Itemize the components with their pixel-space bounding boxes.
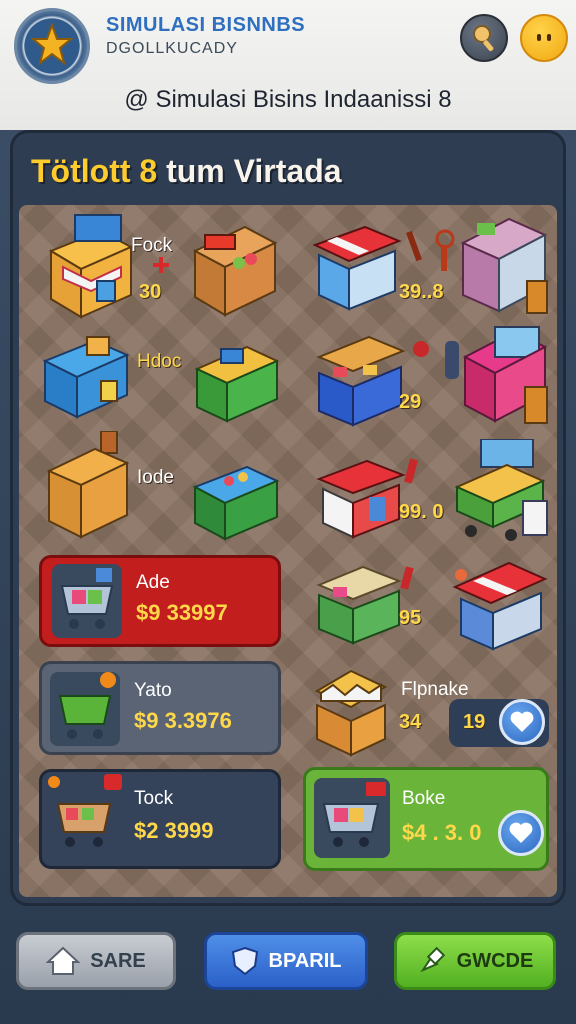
stripe-awning-store-icon[interactable] xyxy=(449,557,549,653)
panel-title-highlight: Tötlott 8 xyxy=(31,153,158,189)
page-subheading: @ Simulasi Bisins Indaanissi 8 xyxy=(0,86,576,114)
heart-icon xyxy=(510,711,534,732)
item-label: Fock xyxy=(131,235,173,256)
shop-button[interactable]: BPARIL xyxy=(204,932,368,990)
card-price: $4 . 3. 0 xyxy=(402,820,482,845)
shopping-cart-icon xyxy=(50,672,120,746)
crate-stall-icon[interactable] xyxy=(311,665,391,757)
item-price: 39..8 xyxy=(399,281,444,303)
code-button[interactable]: GWCDE xyxy=(394,932,556,990)
awning-counter-icon[interactable] xyxy=(313,329,409,429)
shopping-cart-icon xyxy=(48,774,122,847)
item-card[interactable]: Tock $2 3999 xyxy=(39,769,281,869)
item-price: 29 xyxy=(399,391,422,413)
panel-title: Tötlott 8 tum Virtada xyxy=(31,153,342,190)
card-name: Boke xyxy=(402,788,446,809)
app-title: SIMULASI BISNNBS xyxy=(106,14,306,36)
item-card-selected[interactable]: Ade $9 33997 xyxy=(39,555,281,647)
card-price: $9 3.3976 xyxy=(134,708,232,733)
logo xyxy=(14,8,90,84)
home-button[interactable]: SARE xyxy=(16,932,176,990)
star-badge-icon xyxy=(31,23,73,66)
pin-icon xyxy=(419,946,445,973)
vending-kiosk-icon[interactable] xyxy=(41,325,135,421)
shopping-cart-icon xyxy=(52,564,122,638)
app-subtitle: DGOLLKUCADY xyxy=(106,40,238,57)
market-cart-icon[interactable] xyxy=(451,439,551,543)
home-icon xyxy=(46,946,81,975)
card-price: $2 3999 xyxy=(134,818,214,843)
card-name: Flpnake xyxy=(401,679,469,700)
item-label: Hdoc xyxy=(137,351,182,372)
heart-icon xyxy=(509,822,533,843)
favorite-count: 19 xyxy=(463,711,486,733)
card-name: Ade xyxy=(136,572,170,593)
code-button-label: GWCDE xyxy=(456,949,534,972)
header: SIMULASI BISNNBS DGOLLKUCADY @ Simulasi … xyxy=(0,0,576,130)
favorite-button[interactable] xyxy=(499,699,545,745)
display-case-icon[interactable] xyxy=(459,213,551,321)
profile-button[interactable] xyxy=(520,14,568,62)
card-price: $9 33997 xyxy=(136,600,228,625)
favorite-count-pill[interactable]: 19 xyxy=(449,699,549,747)
shopping-cart-icon xyxy=(314,778,390,858)
produce-stand-icon[interactable] xyxy=(191,329,281,425)
smiley-icon xyxy=(537,34,551,41)
item-price: 30 xyxy=(139,281,162,303)
tools-icon xyxy=(406,229,455,271)
tag-icon xyxy=(404,458,418,484)
fridge-counter-icon[interactable] xyxy=(191,453,281,543)
item-card-green[interactable]: Boke $4 . 3. 0 xyxy=(303,767,549,871)
red-canopy-shop-icon[interactable] xyxy=(313,453,409,539)
striped-shop-icon[interactable] xyxy=(309,215,409,313)
item-price: 95 xyxy=(399,607,422,629)
market-stall-icon[interactable] xyxy=(41,211,137,321)
shop-board: Fock 30 Hdoc Iode Ade $9 33997 Yato $9 3… xyxy=(19,205,557,897)
favorite-button[interactable] xyxy=(498,810,544,856)
card-name: Tock xyxy=(134,788,174,809)
search-button[interactable] xyxy=(460,14,508,62)
arcade-stand-icon[interactable] xyxy=(455,321,551,429)
card-name: Yato xyxy=(134,680,172,701)
green-counter-icon[interactable] xyxy=(313,561,405,645)
shelf-counter-icon[interactable] xyxy=(189,211,279,319)
subheading-text: Simulasi Bisins Indaanissi 8 xyxy=(155,86,452,113)
shop-button-label: BPARIL xyxy=(268,949,342,972)
item-price: 34 xyxy=(399,711,422,733)
panel-title-rest: tum Virtada xyxy=(157,153,342,189)
magnifier-icon xyxy=(473,25,494,52)
wooden-booth-icon[interactable] xyxy=(45,431,131,541)
item-price: 99. 0 xyxy=(399,501,444,523)
shield-icon xyxy=(231,946,258,976)
store-panel: Tötlott 8 tum Virtada Fock 30 Hdoc Iode … xyxy=(10,130,566,906)
home-button-label: SARE xyxy=(90,949,146,972)
item-label: Iode xyxy=(137,467,174,488)
plus-icon xyxy=(153,257,169,273)
subheading-prefix: @ xyxy=(124,86,149,113)
item-card[interactable]: Yato $9 3.3976 xyxy=(39,661,281,755)
